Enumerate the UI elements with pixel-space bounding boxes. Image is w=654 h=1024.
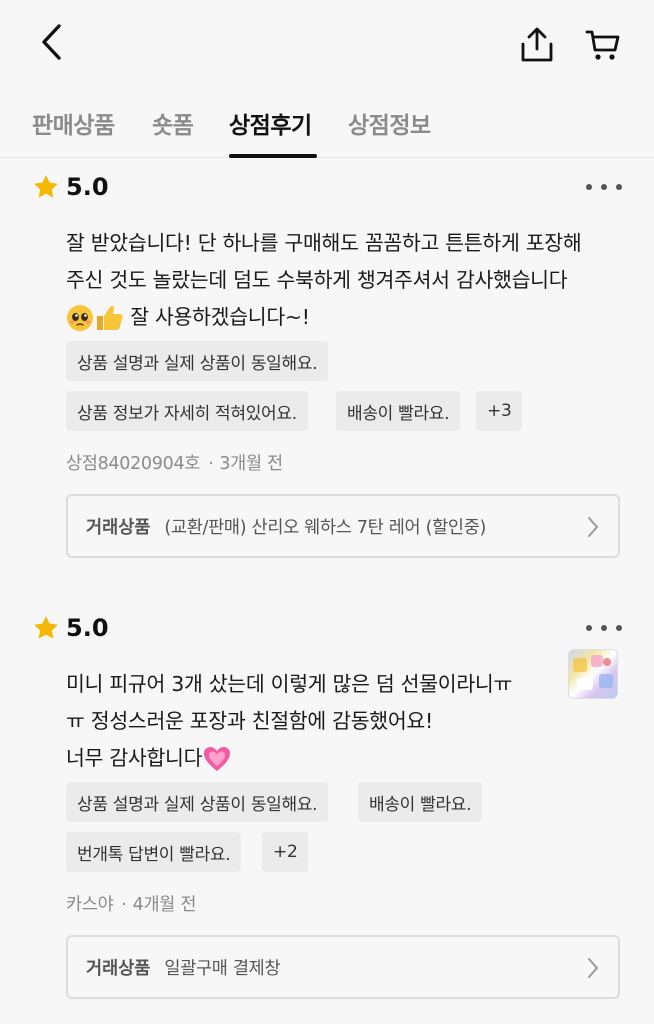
tab-shortform[interactable]: 숏폼 xyxy=(152,106,194,140)
review-text-line: 미니 피규어 3개 샀는데 이렇게 많은 덤 선물이라니ㅠ xyxy=(66,672,513,696)
chevron-right-icon xyxy=(588,517,598,537)
more-tags-count[interactable]: +3 xyxy=(476,391,523,431)
review-card: 5.0 잘 받았습니다! 단 하나를 구매해도 꼼꼼하고 튼튼하게 포장해 주신… xyxy=(0,172,654,572)
separator-dot: · xyxy=(208,454,214,474)
top-bar xyxy=(0,0,654,90)
review-tag: 상품 설명과 실제 상품이 동일해요. xyxy=(66,341,329,381)
more-options-button[interactable] xyxy=(586,619,622,637)
share-button[interactable] xyxy=(514,22,560,68)
tab-products[interactable]: 판매상품 xyxy=(32,106,115,140)
pleading-face-emoji xyxy=(67,305,93,331)
more-tags-count[interactable]: +2 xyxy=(262,832,309,872)
dot-icon xyxy=(616,184,622,190)
review-text-line-start: 너무 감사합니다 xyxy=(66,746,203,770)
review-text-line: ㅠ 정성스러운 포장과 친절함에 감동했어요! xyxy=(66,709,433,733)
review-meta: 상점84020904호 · 3개월 전 xyxy=(66,450,283,475)
review-tag: 배송이 빨라요. xyxy=(336,391,461,431)
review-time: 3개월 전 xyxy=(219,454,283,474)
cart-icon xyxy=(585,30,620,60)
review-text-line: 주신 것도 놀랐는데 덤도 수북하게 챙겨주셔서 감사했습니다 xyxy=(66,268,568,292)
active-tab-indicator xyxy=(229,154,317,158)
share-icon xyxy=(521,27,553,62)
cart-button[interactable] xyxy=(580,22,626,68)
dot-icon xyxy=(601,184,607,190)
tab-reviews[interactable]: 상점후기 xyxy=(229,106,312,140)
review-photo-image xyxy=(573,655,613,690)
separator-dot: · xyxy=(121,895,127,915)
dot-icon xyxy=(601,625,607,631)
traded-product-link[interactable]: 거래상품 일괄구매 결제창 xyxy=(66,935,620,999)
more-options-button[interactable] xyxy=(586,178,622,196)
dot-icon xyxy=(616,625,622,631)
review-tag: 상품 설명과 실제 상품이 동일해요. xyxy=(66,782,329,822)
tab-shop-info[interactable]: 상점정보 xyxy=(348,106,431,140)
trade-label: 거래상품 xyxy=(86,517,151,538)
chevron-left-icon xyxy=(42,24,61,60)
review-meta: 카스야 · 4개월 전 xyxy=(66,891,196,916)
trade-label: 거래상품 xyxy=(86,958,151,979)
thumbs-up-emoji xyxy=(97,305,123,330)
review-text-line: 잘 사용하겠습니다~! xyxy=(66,299,626,336)
back-button[interactable] xyxy=(30,20,74,64)
review-tag: 상품 정보가 자세히 적혀있어요. xyxy=(66,391,308,431)
growing-heart-emoji xyxy=(204,747,231,771)
review-text-line: 너무 감사합니다 xyxy=(66,740,556,777)
dot-icon xyxy=(586,184,592,190)
review-photo-thumbnail[interactable] xyxy=(568,649,618,699)
reviewer-name[interactable]: 상점84020904호 xyxy=(66,454,200,474)
traded-product-link[interactable]: 거래상품 (교환/판매) 산리오 웨하스 7탄 레어 (할인중) xyxy=(66,494,620,558)
review-rating: 5.0 xyxy=(32,613,109,643)
trade-product-title: (교환/판매) 산리오 웨하스 7탄 레어 (할인중) xyxy=(164,517,487,538)
review-text: 미니 피규어 3개 샀는데 이렇게 많은 덤 선물이라니ㅠ ㅠ 정성스러운 포장… xyxy=(66,666,556,777)
chevron-right-icon xyxy=(588,958,598,978)
review-tag: 번개톡 답변이 빨라요. xyxy=(66,832,242,872)
star-icon xyxy=(34,175,58,198)
trade-product-title: 일괄구매 결제창 xyxy=(164,958,281,979)
review-time: 4개월 전 xyxy=(132,895,197,915)
rating-value: 5.0 xyxy=(66,614,109,642)
review-text: 잘 받았습니다! 단 하나를 구매해도 꼼꼼하고 튼튼하게 포장해 주신 것도 … xyxy=(66,225,626,336)
reviewer-name[interactable]: 카스야 xyxy=(66,895,114,915)
review-rating: 5.0 xyxy=(32,172,109,202)
review-text-line-rest: 잘 사용하겠습니다~! xyxy=(124,305,310,329)
rating-value: 5.0 xyxy=(66,173,109,201)
shop-tabs: 판매상품 숏폼 상점후기 상점정보 xyxy=(0,96,654,158)
review-tag: 배송이 빨라요. xyxy=(358,782,483,822)
review-text-line: 잘 받았습니다! 단 하나를 구매해도 꼼꼼하고 튼튼하게 포장해 xyxy=(66,231,582,255)
dot-icon xyxy=(586,625,592,631)
star-icon xyxy=(34,616,58,639)
review-card: 5.0 미니 피규어 3개 샀는데 이렇게 많은 덤 선물이라니ㅠ ㅠ 정성스러… xyxy=(0,613,654,1013)
